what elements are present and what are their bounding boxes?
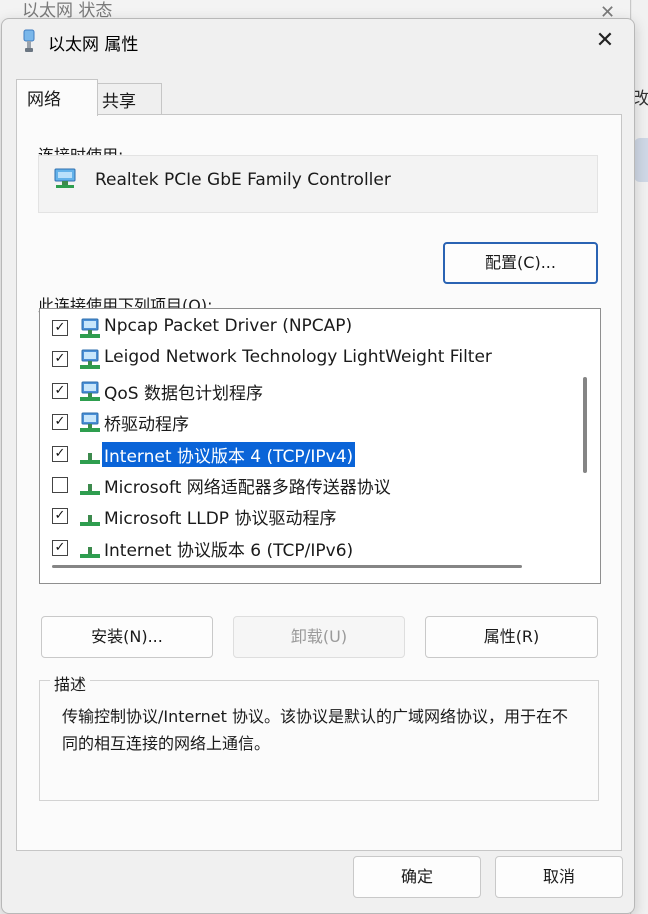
- adapter-box: Realtek PCIe GbE Family Controller: [38, 155, 598, 213]
- tab-sharing-label: 共享: [102, 92, 136, 112]
- list-item[interactable]: ✓ 桥驱动程序: [40, 407, 576, 437]
- checkbox[interactable]: ✓: [52, 414, 68, 431]
- list-item[interactable]: Microsoft 网络适配器多路传送器协议: [40, 470, 576, 500]
- list-item[interactable]: ✓ Internet 协议版本 6 (TCP/IPv6): [40, 533, 576, 563]
- network-client-icon: [80, 381, 100, 401]
- horizontal-scrollbar[interactable]: [52, 565, 522, 568]
- network-client-icon: [80, 318, 100, 338]
- background-decoration: [634, 138, 648, 182]
- uninstall-button[interactable]: 卸载(U): [233, 616, 405, 658]
- protocol-icon: [80, 515, 100, 527]
- configure-button[interactable]: 配置(C)...: [443, 242, 598, 284]
- cancel-button[interactable]: 取消: [495, 856, 623, 898]
- list-item[interactable]: ✓ Npcap Packet Driver (NPCAP): [40, 313, 576, 343]
- network-client-icon: [80, 349, 100, 370]
- properties-button[interactable]: 属性(R): [425, 616, 598, 658]
- description-text: 传输控制协议/Internet 协议。该协议是默认的广域网络协议，用于在不同的相…: [62, 707, 569, 753]
- list-item-label: QoS 数据包计划程序: [104, 383, 263, 404]
- list-item-label: 桥驱动程序: [104, 415, 189, 436]
- checkbox[interactable]: ✓: [52, 351, 68, 368]
- tab-network-label: 网络: [27, 90, 61, 110]
- checkbox[interactable]: ✓: [52, 508, 68, 525]
- network-adapter-icon: [23, 29, 35, 52]
- checkbox[interactable]: ✓: [52, 539, 68, 556]
- dialog-title: 以太网 属性: [48, 35, 139, 55]
- checkbox[interactable]: ✓: [52, 320, 68, 336]
- components-list[interactable]: ✓ Npcap Packet Driver (NPCAP) ✓ Leigod Netw…: [39, 308, 601, 584]
- protocol-icon: [80, 546, 100, 558]
- list-item[interactable]: ✓ Leigod Network Technology LightWeight F…: [40, 344, 576, 374]
- checkbox[interactable]: ✓: [52, 382, 68, 399]
- ok-button[interactable]: 确定: [353, 856, 481, 898]
- list-item-label: Microsoft 网络适配器多路传送器协议: [104, 478, 391, 498]
- checkbox[interactable]: [52, 477, 68, 493]
- protocol-icon: [80, 452, 100, 464]
- protocol-icon: [80, 484, 100, 495]
- tab-sharing[interactable]: 共享: [96, 83, 162, 114]
- tab-network[interactable]: 网络: [16, 79, 98, 116]
- list-item-label: Leigod Network Technology LightWeight Fi…: [104, 347, 492, 368]
- list-item[interactable]: ✓ Internet 协议版本 4 (TCP/IPv4): [40, 439, 576, 469]
- title-bar[interactable]: 以太网 属性 ✕: [2, 19, 634, 63]
- list-item-label: Npcap Packet Driver (NPCAP): [104, 316, 353, 336]
- list-item[interactable]: ✓ Microsoft LLDP 协议驱动程序: [40, 501, 576, 531]
- install-button[interactable]: 安装(N)...: [41, 616, 213, 658]
- list-item-label: Internet 协议版本 6 (TCP/IPv6): [104, 540, 354, 561]
- description-title: 描述: [50, 671, 91, 695]
- list-item[interactable]: ✓ QoS 数据包计划程序: [40, 376, 576, 406]
- adapter-name: Realtek PCIe GbE Family Controller: [95, 170, 391, 190]
- network-card-icon: [54, 168, 76, 188]
- list-item-label: Microsoft LLDP 协议驱动程序: [104, 509, 337, 530]
- vertical-scrollbar[interactable]: [583, 377, 587, 473]
- close-icon[interactable]: ✕: [590, 27, 620, 57]
- description-group: 传输控制协议/Internet 协议。该协议是默认的广域网络协议，用于在不同的相…: [39, 680, 599, 801]
- list-item-label: Internet 协议版本 4 (TCP/IPv4): [102, 441, 356, 467]
- checkbox[interactable]: ✓: [52, 445, 68, 462]
- network-client-icon: [80, 412, 100, 433]
